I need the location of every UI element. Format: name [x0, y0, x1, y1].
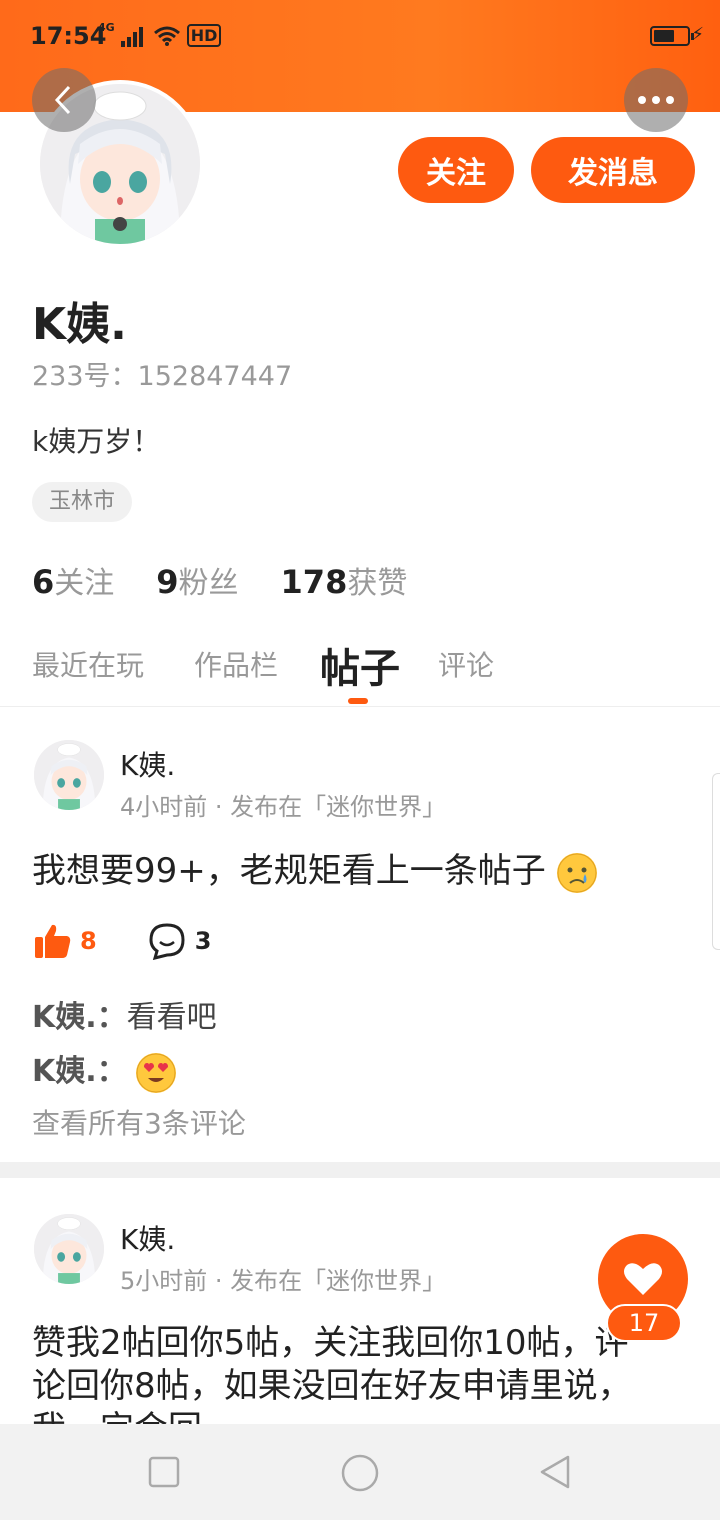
network-type: 4G	[98, 21, 115, 34]
status-icons: 4G HD	[98, 21, 222, 47]
comment-bubble-icon	[149, 923, 185, 960]
battery-icon	[650, 26, 694, 46]
more-options-button[interactable]	[624, 68, 688, 132]
divider	[0, 706, 720, 707]
charging-icon: ⚡	[691, 24, 704, 45]
like-button[interactable]: 8	[34, 923, 97, 959]
signal-icon	[120, 25, 147, 47]
scrollbar[interactable]	[712, 773, 720, 950]
status-time: 17:54	[30, 22, 107, 50]
tab-works[interactable]: 作品栏	[194, 644, 278, 684]
profile-tabs: 最近在玩 作品栏 帖子 评论	[32, 636, 692, 706]
heart-icon	[624, 1263, 662, 1295]
comment-button[interactable]: 3	[147, 922, 212, 960]
tab-indicator	[348, 698, 368, 704]
avatar[interactable]	[34, 740, 104, 810]
hd-icon: HD	[186, 24, 222, 47]
profile-stats: 6关注 9粉丝 178获赞	[32, 558, 407, 602]
profile-id: 233号：152847447	[32, 361, 293, 392]
post-actions: 8 3	[34, 922, 211, 960]
back-nav-icon[interactable]	[538, 1454, 574, 1490]
wifi-icon	[153, 26, 180, 46]
recent-apps-icon[interactable]	[148, 1456, 180, 1488]
section-divider	[0, 1162, 720, 1178]
status-bar: 17:54 4G HD ⚡	[0, 0, 720, 74]
fab-count-badge: 17	[606, 1304, 682, 1342]
profile-bio: k姨万岁！	[32, 425, 161, 458]
comment-count: 3	[194, 927, 212, 955]
like-count: 8	[80, 927, 97, 955]
post-author[interactable]: K姨.	[120, 744, 175, 784]
tab-comments[interactable]: 评论	[438, 644, 494, 684]
follow-button[interactable]: 关注	[398, 137, 514, 203]
location-tag: 玉林市	[32, 482, 133, 522]
crying-face-icon	[556, 852, 597, 893]
back-button[interactable]	[32, 68, 96, 132]
tab-recent-play[interactable]: 最近在玩	[32, 644, 144, 684]
stat-followers[interactable]: 9粉丝	[156, 558, 238, 602]
post-author[interactable]: K姨.	[120, 1218, 175, 1258]
tab-posts[interactable]: 帖子	[320, 636, 400, 694]
post-meta: 4小时前 · 发布在「迷你世界」	[120, 793, 447, 821]
heart-eyes-icon	[136, 1052, 177, 1093]
view-all-comments-link[interactable]: 查看所有3条评论	[32, 1102, 246, 1142]
comment-preview[interactable]: K姨.：看看吧	[32, 992, 217, 1036]
system-nav-bar	[0, 1424, 720, 1520]
comment-preview[interactable]: K姨.：	[32, 1046, 177, 1093]
post-meta: 5小时前 · 发布在「迷你世界」	[120, 1267, 447, 1295]
stat-following[interactable]: 6关注	[32, 558, 114, 602]
post-text: 赞我2帖回你5帖，关注我回你10帖，评 论回你8帖，如果没回在好友申请里说， 我…	[32, 1323, 632, 1424]
send-message-button[interactable]: 发消息	[531, 137, 695, 203]
avatar[interactable]	[34, 1214, 104, 1284]
ellipsis-icon	[638, 96, 674, 104]
stat-likes: 178获赞	[280, 563, 408, 601]
chevron-left-icon	[54, 85, 71, 115]
home-icon[interactable]	[341, 1454, 379, 1492]
thumbs-up-icon	[35, 924, 71, 958]
profile-name: K姨.	[32, 299, 127, 350]
post-text: 我想要99+，老规矩看上一条帖子	[32, 850, 662, 893]
